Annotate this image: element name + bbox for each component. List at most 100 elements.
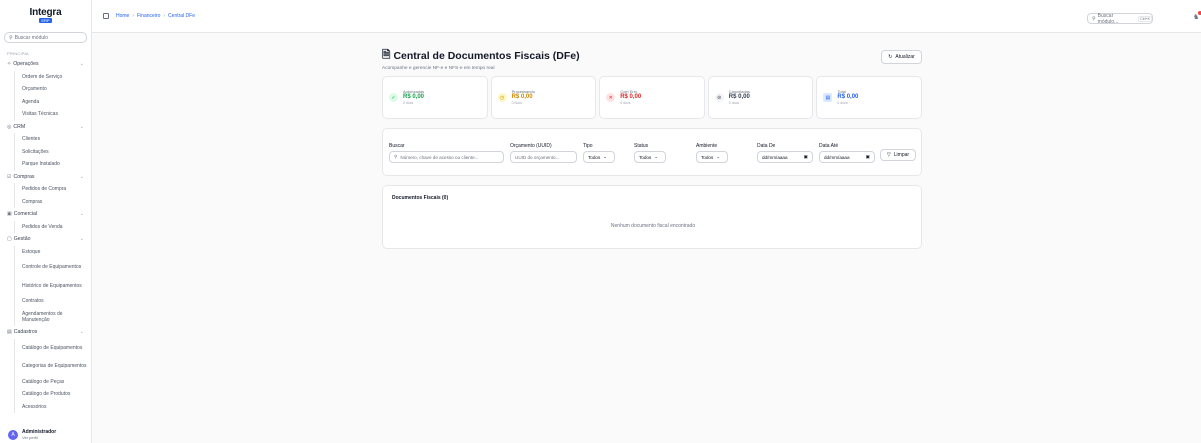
- card-processando[interactable]: ◷ Processando R$ 0,00 0 docs: [490, 76, 597, 119]
- sidebar-item-solicitacoes[interactable]: Solicitações: [14, 145, 91, 158]
- sidebar-group-crm[interactable]: ◎ CRM ⌄: [0, 121, 91, 134]
- avatar: A: [8, 429, 18, 440]
- module-search-placeholder: Buscar módulo...: [1097, 12, 1119, 25]
- breadcrumb-separator-icon: ›: [132, 13, 135, 19]
- page-title: 🗎 Central de Documentos Fiscais (DFe): [382, 47, 922, 65]
- sidebar-search-placeholder: Buscar módulo: [14, 34, 49, 41]
- sidebar-group-gestao[interactable]: ▢ Gestão ⌄: [0, 233, 91, 246]
- shortcut-badge: Ctrl+K: [1138, 15, 1152, 22]
- module-search-input[interactable]: ⚲ Buscar módulo... Ctrl+K: [1087, 12, 1153, 25]
- check-circle-icon: ✓: [389, 93, 398, 102]
- orcamento-input[interactable]: UUID do orçamento...: [510, 151, 577, 163]
- card-count: 0 docs: [511, 101, 522, 105]
- card-total[interactable]: ▤ Total R$ 0,00 0 docs: [816, 76, 922, 119]
- tipo-select[interactable]: Todos ⌄: [583, 151, 615, 163]
- app-root: Integra ERP ⚲ Buscar módulo PRINCIPAL ✧ O…: [0, 0, 1201, 443]
- calendar-icon: ▣: [803, 154, 808, 159]
- sidebar-item-pedidos-compra[interactable]: Pedidos de Compra: [14, 183, 91, 196]
- page-subtitle: Acompanhe e gerencie NF-e e NFS-e em tem…: [382, 66, 495, 71]
- brand-name: Integra: [29, 6, 62, 18]
- sidebar-group-label: Comercial: [13, 211, 38, 218]
- sidebar-toggle-icon[interactable]: [103, 13, 109, 19]
- box-icon: ▢: [7, 236, 12, 243]
- sidebar-item-historico-equip[interactable]: Histórico de Equipamentos: [14, 276, 91, 295]
- sidebar-item-controle-equip[interactable]: Controle de Equipamentos: [14, 258, 91, 277]
- chevron-down-icon: ⌄: [79, 211, 84, 218]
- card-com-erro[interactable]: ✕ Com Erro R$ 0,00 0 docs: [599, 76, 705, 119]
- chevron-down-icon: ⌄: [716, 154, 721, 159]
- card-count: 0 docs: [403, 101, 414, 105]
- orcamento-placeholder: UUID do orçamento...: [515, 154, 560, 160]
- user-profile[interactable]: A Administrador Ver perfil: [0, 426, 91, 443]
- sidebar-item-agendamentos[interactable]: Agendamentos de Manutenção: [14, 307, 91, 326]
- documents-title: Documentos Fiscais (0): [392, 195, 449, 201]
- sidebar-item-acessorios[interactable]: Acessórios: [14, 400, 91, 413]
- store-icon: ▣: [7, 211, 12, 218]
- filter-orcamento-label: Orçamento (UUID): [510, 143, 552, 149]
- sidebar-section-label: PRINCIPAL: [7, 51, 30, 56]
- sidebar-item-parque[interactable]: Parque Instalado: [14, 158, 91, 171]
- filter-icon: ▽: [886, 152, 891, 158]
- status-value: Todos: [639, 154, 652, 160]
- sidebar-group-cadastros[interactable]: ▤ Cadastros ⌄: [0, 326, 91, 339]
- clear-filters-button[interactable]: ▽ Limpar: [880, 149, 916, 161]
- sidebar-group-label: Gestão: [13, 236, 31, 243]
- ambiente-select[interactable]: Todos ⌄: [696, 151, 728, 163]
- sidebar-item-orcamento[interactable]: Orçamento: [14, 83, 91, 96]
- data-ate-input[interactable]: dd/mm/aaaa ▣: [819, 151, 875, 163]
- sidebar-item-categorias-equip[interactable]: Categorias de Equipamentos: [14, 357, 91, 376]
- search-icon: ⚲: [9, 34, 13, 41]
- sidebar-item-estoque[interactable]: Estoque: [14, 245, 91, 258]
- filter-data-ate-label: Data Até: [819, 143, 839, 149]
- breadcrumb-home[interactable]: Home: [116, 13, 129, 19]
- filter-status: Status Todos ⌄: [634, 143, 666, 163]
- sidebar-item-contratos[interactable]: Contratos: [14, 295, 91, 308]
- breadcrumb-financeiro[interactable]: Financeiro: [137, 13, 160, 19]
- sidebar-item-pedidos-venda[interactable]: Pedidos de Venda: [14, 220, 91, 233]
- sidebar-item-ordem-servico[interactable]: Ordem de Serviço: [14, 70, 91, 83]
- sidebar-group-operacoes[interactable]: ✧ Operações ⌄: [0, 58, 91, 71]
- user-profile-link: Ver perfil: [22, 435, 38, 440]
- card-count: 0 docs: [620, 101, 631, 105]
- chevron-down-icon: ⌄: [79, 61, 84, 68]
- ambiente-value: Todos: [701, 154, 714, 160]
- card-canceladas[interactable]: ⊘ Canceladas R$ 0,00 0 docs: [707, 76, 814, 119]
- data-ate-placeholder: dd/mm/aaaa: [824, 154, 850, 160]
- sidebar-item-compras[interactable]: Compras: [14, 195, 91, 208]
- card-value: R$ 0,00: [620, 94, 642, 100]
- sidebar-item-clientes[interactable]: Clientes: [14, 133, 91, 146]
- sidebar-group-comercial[interactable]: ▣ Comercial ⌄: [0, 208, 91, 221]
- topbar: Home › Financeiro › Central DFe ⚲ Buscar…: [92, 0, 1201, 33]
- card-autorizadas[interactable]: ✓ Autorizadas R$ 0,00 0 docs: [382, 76, 488, 119]
- refresh-icon: ↻: [888, 54, 893, 60]
- sidebar-item-catalogo-produtos[interactable]: Catálogo de Produtos: [14, 388, 91, 401]
- search-icon: ⚲: [1092, 15, 1096, 22]
- brand-logo[interactable]: Integra ERP: [0, 0, 91, 30]
- sidebar-group-label: Compras: [13, 173, 35, 180]
- sidebar-item-agenda[interactable]: Agenda: [14, 95, 91, 108]
- target-icon: ◎: [7, 123, 12, 130]
- refresh-label: Atualizar: [895, 54, 915, 60]
- refresh-button[interactable]: ↻ Atualizar: [881, 50, 922, 64]
- search-input[interactable]: ⚲ Número, chave de acesso ou cliente...: [389, 151, 504, 163]
- data-de-input[interactable]: dd/mm/aaaa ▣: [757, 151, 813, 163]
- card-count: 0 docs: [728, 101, 740, 105]
- sidebar-search-input[interactable]: ⚲ Buscar módulo: [4, 32, 87, 43]
- brand-sub: ERP: [39, 17, 52, 23]
- sidebar-item-catalogo-equip[interactable]: Catálogo de Equipamentos: [14, 338, 91, 357]
- tipo-value: Todos: [588, 154, 601, 160]
- card-value: R$ 0,00: [403, 94, 425, 100]
- filter-tipo-label: Tipo: [583, 143, 593, 149]
- document-icon: 🗎: [382, 49, 391, 61]
- page-title-text: Central de Documentos Fiscais (DFe): [393, 50, 580, 62]
- calendar-icon: ▣: [865, 154, 870, 159]
- chevron-down-icon: ⌄: [654, 154, 659, 159]
- filter-ambiente: Ambiente Todos ⌄: [696, 143, 728, 163]
- card-value: R$ 0,00: [511, 94, 533, 100]
- sidebar-item-catalogo-pecas[interactable]: Catálogo de Peças: [14, 375, 91, 388]
- status-select[interactable]: Todos ⌄: [634, 151, 666, 163]
- sidebar-item-visitas[interactable]: Visitas Técnicas: [14, 108, 91, 121]
- sidebar-group-compras[interactable]: ☑ Compras ⌄: [0, 171, 91, 184]
- filter-status-label: Status: [634, 143, 649, 149]
- data-de-placeholder: dd/mm/aaaa: [762, 154, 788, 160]
